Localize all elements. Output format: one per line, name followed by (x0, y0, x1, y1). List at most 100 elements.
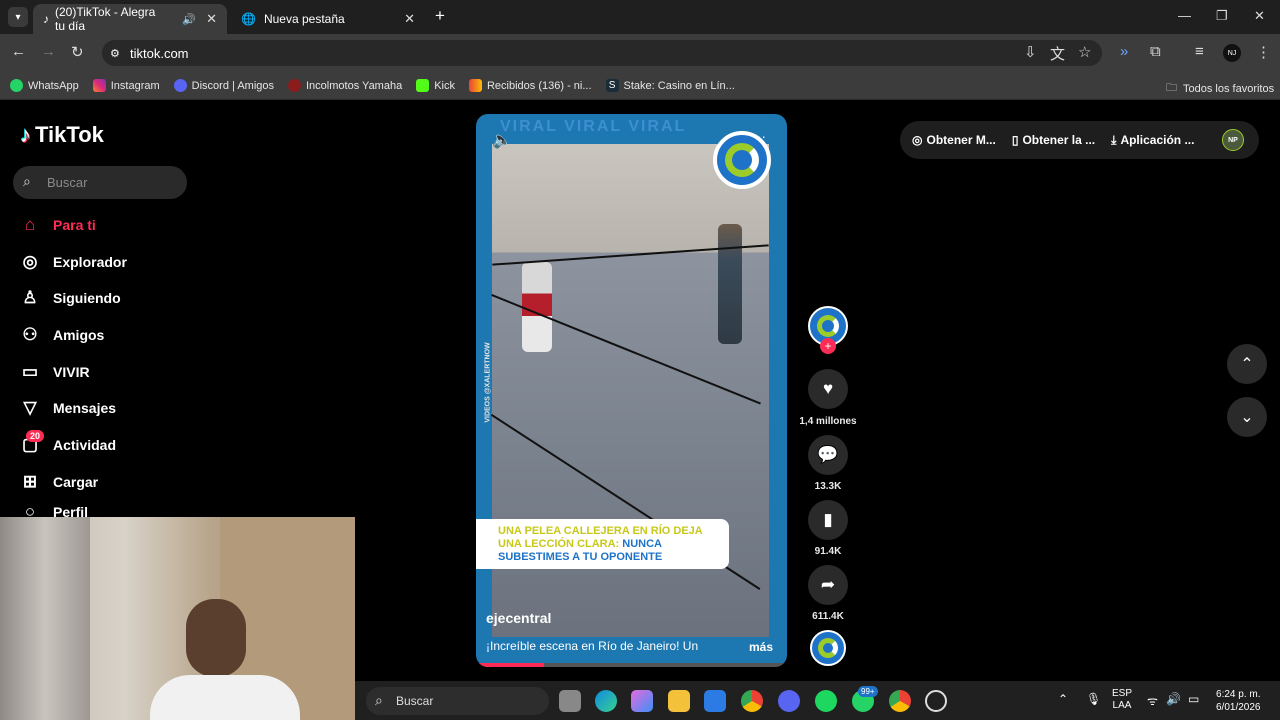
next-video-button[interactable]: ⌄ (1227, 397, 1267, 437)
volume-icon[interactable]: 🔈 (492, 130, 512, 150)
tiktok-logo[interactable]: ♪ TikTok (20, 122, 104, 148)
close-tab-icon[interactable]: ✕ (206, 11, 217, 27)
taskbar-search[interactable]: ⌕ Buscar (366, 687, 549, 715)
get-coins-button[interactable]: ◎ Obtener M... (912, 133, 996, 147)
globe-icon: 🌐 (241, 12, 256, 26)
menu-dots-icon[interactable]: ⋮ (1256, 43, 1271, 61)
get-app-button[interactable]: ▯ Obtener la ... (1012, 133, 1095, 147)
nav-label: Para ti (53, 217, 96, 233)
back-icon[interactable]: ← (11, 43, 26, 60)
close-window-button[interactable]: ✕ (1254, 8, 1265, 24)
messages-icon: ▽ (23, 398, 37, 417)
all-bookmarks-folder[interactable]: 🗀 Todos los favoritos (1166, 79, 1274, 98)
discord-taskbar-icon[interactable] (778, 690, 800, 717)
reload-icon[interactable]: ↻ (71, 43, 84, 61)
nav-item-amigos[interactable]: ⚇ Amigos (20, 324, 104, 346)
tab-search-button[interactable]: ▾ (8, 7, 28, 27)
bookmark-gmail[interactable]: Recibidos (136) - ni... (468, 79, 592, 92)
install-app-icon[interactable]: ⇩ (1024, 43, 1037, 61)
bookmark-kick[interactable]: Kick (416, 79, 455, 92)
chrome-icon[interactable] (741, 690, 763, 717)
speaker-icon[interactable]: 🔊 (182, 13, 196, 26)
browser-tab-bar: ▾ ♪ (20)TikTok - Alegra tu día 🔊 ✕ 🌐 Nue… (0, 0, 1280, 34)
media-control-icon[interactable]: ≡ (1195, 43, 1204, 60)
comment-button[interactable]: 💬 (808, 435, 848, 475)
like-button[interactable]: ♥ (808, 369, 848, 409)
new-tab-button[interactable]: + (435, 6, 445, 26)
desktop-app-button[interactable]: ⤓ Aplicación ... (1111, 133, 1194, 148)
nav-item-cargar[interactable]: ⊞ Cargar (20, 471, 98, 493)
profile-avatar[interactable]: NJ (1223, 44, 1241, 62)
save-button[interactable]: ▮ (808, 500, 848, 540)
follow-plus-icon[interactable]: + (820, 338, 836, 354)
forward-icon[interactable]: → (41, 43, 56, 60)
whatsapp-badge: 99+ (858, 686, 878, 697)
bookmark-stake[interactable]: S Stake: Casino en Lín... (605, 79, 735, 92)
tab-new-tab[interactable]: 🌐 Nueva pestaña ✕ (231, 4, 425, 34)
home-icon: ⌂ (24, 215, 36, 234)
following-icon: ♙ (22, 288, 38, 307)
comment-icon: 💬 (817, 445, 839, 464)
bookmark-discord[interactable]: Discord | Amigos (173, 79, 274, 92)
tiktok-search-input[interactable]: ⌕ Buscar (13, 166, 187, 199)
nav-item-siguiendo[interactable]: ♙ Siguiendo (20, 287, 120, 309)
bookmark-incolmotos[interactable]: Incolmotos Yamaha (288, 79, 402, 92)
nav-item-vivir[interactable]: ▭ VIVIR (20, 361, 90, 383)
previous-video-button[interactable]: ⌃ (1227, 344, 1267, 384)
kick-icon (416, 79, 430, 92)
obs-icon[interactable] (925, 690, 947, 717)
bookmark-label: Kick (434, 79, 455, 92)
site-info-icon[interactable]: ⚙ (110, 47, 120, 60)
channel-logo-ring (725, 143, 759, 177)
microphone-icon[interactable]: 🎙 (1086, 692, 1101, 706)
tray-chevron-icon[interactable]: ⌃ (1058, 692, 1068, 706)
address-bar[interactable]: ⚙ tiktok.com (102, 40, 1102, 66)
translate-icon[interactable]: 文 (1050, 43, 1065, 64)
close-tab-icon[interactable]: ✕ (404, 11, 415, 27)
nav-item-mensajes[interactable]: ▽ Mensajes (20, 397, 116, 419)
bookmark-instagram[interactable]: Instagram (92, 79, 160, 92)
more-options-icon[interactable]: ··· (752, 128, 766, 144)
nav-item-para-ti[interactable]: ⌂ Para ti (20, 214, 96, 236)
more-link[interactable]: más (749, 640, 773, 654)
extension-audio-icon[interactable]: » (1120, 43, 1128, 60)
comment-count: 13.3K (814, 481, 842, 492)
share-button[interactable]: ➦ (808, 565, 848, 605)
extensions-icon[interactable]: ⧉ (1150, 43, 1161, 60)
nav-item-perfil[interactable]: ○ Perfil (20, 507, 88, 517)
tiktok-favicon-icon: ♪ (43, 12, 49, 26)
chrome-profile-icon[interactable] (889, 690, 911, 717)
lang-bottom: LAA (1112, 700, 1132, 711)
nav-label: Actividad (53, 437, 117, 453)
copilot-icon[interactable] (631, 690, 653, 717)
store-icon[interactable] (704, 690, 726, 717)
activity-badge: 20 (26, 430, 45, 442)
bookmark-star-icon[interactable]: ☆ (1078, 43, 1091, 61)
wifi-icon[interactable]: ᯤ (1147, 692, 1158, 709)
maximize-button[interactable]: ❐ (1216, 8, 1228, 24)
nav-label: Amigos (53, 327, 105, 343)
logo-text: TikTok (35, 122, 104, 147)
video-author[interactable]: ejecentral (486, 610, 551, 626)
url-text: tiktok.com (130, 45, 189, 61)
progress-track[interactable] (476, 663, 787, 667)
tab-tiktok[interactable]: ♪ (20)TikTok - Alegra tu día 🔊 ✕ (33, 4, 227, 34)
spotify-icon[interactable] (815, 690, 837, 717)
minimize-button[interactable]: — (1178, 8, 1191, 23)
volume-tray-icon[interactable]: 🔊 (1166, 692, 1181, 706)
clock[interactable]: 6:24 p. m. 6/01/2026 (1216, 688, 1261, 714)
task-view-icon[interactable] (559, 690, 581, 717)
music-disc-avatar[interactable] (810, 630, 846, 666)
nav-item-actividad[interactable]: ▢ Actividad 20 (20, 430, 117, 456)
nav-item-explorador[interactable]: ◎ Explorador (20, 251, 127, 273)
battery-icon[interactable]: ▭ (1188, 692, 1199, 706)
language-indicator[interactable]: ESP LAA (1112, 688, 1132, 712)
person-standing (718, 224, 742, 344)
edge-icon[interactable] (595, 690, 617, 717)
file-explorer-icon[interactable] (668, 690, 690, 717)
user-avatar[interactable]: NP (1222, 129, 1244, 151)
bookmark-whatsapp[interactable]: WhatsApp (10, 79, 79, 92)
video-player[interactable]: VIRAL VIRAL VIRAL 🔈 ··· VIDEOS @XALERTNO… (476, 114, 787, 667)
video-banner-text: VIRAL VIRAL VIRAL (500, 118, 687, 135)
video-watermark: VIDEOS @XALERTNOW (484, 342, 492, 423)
